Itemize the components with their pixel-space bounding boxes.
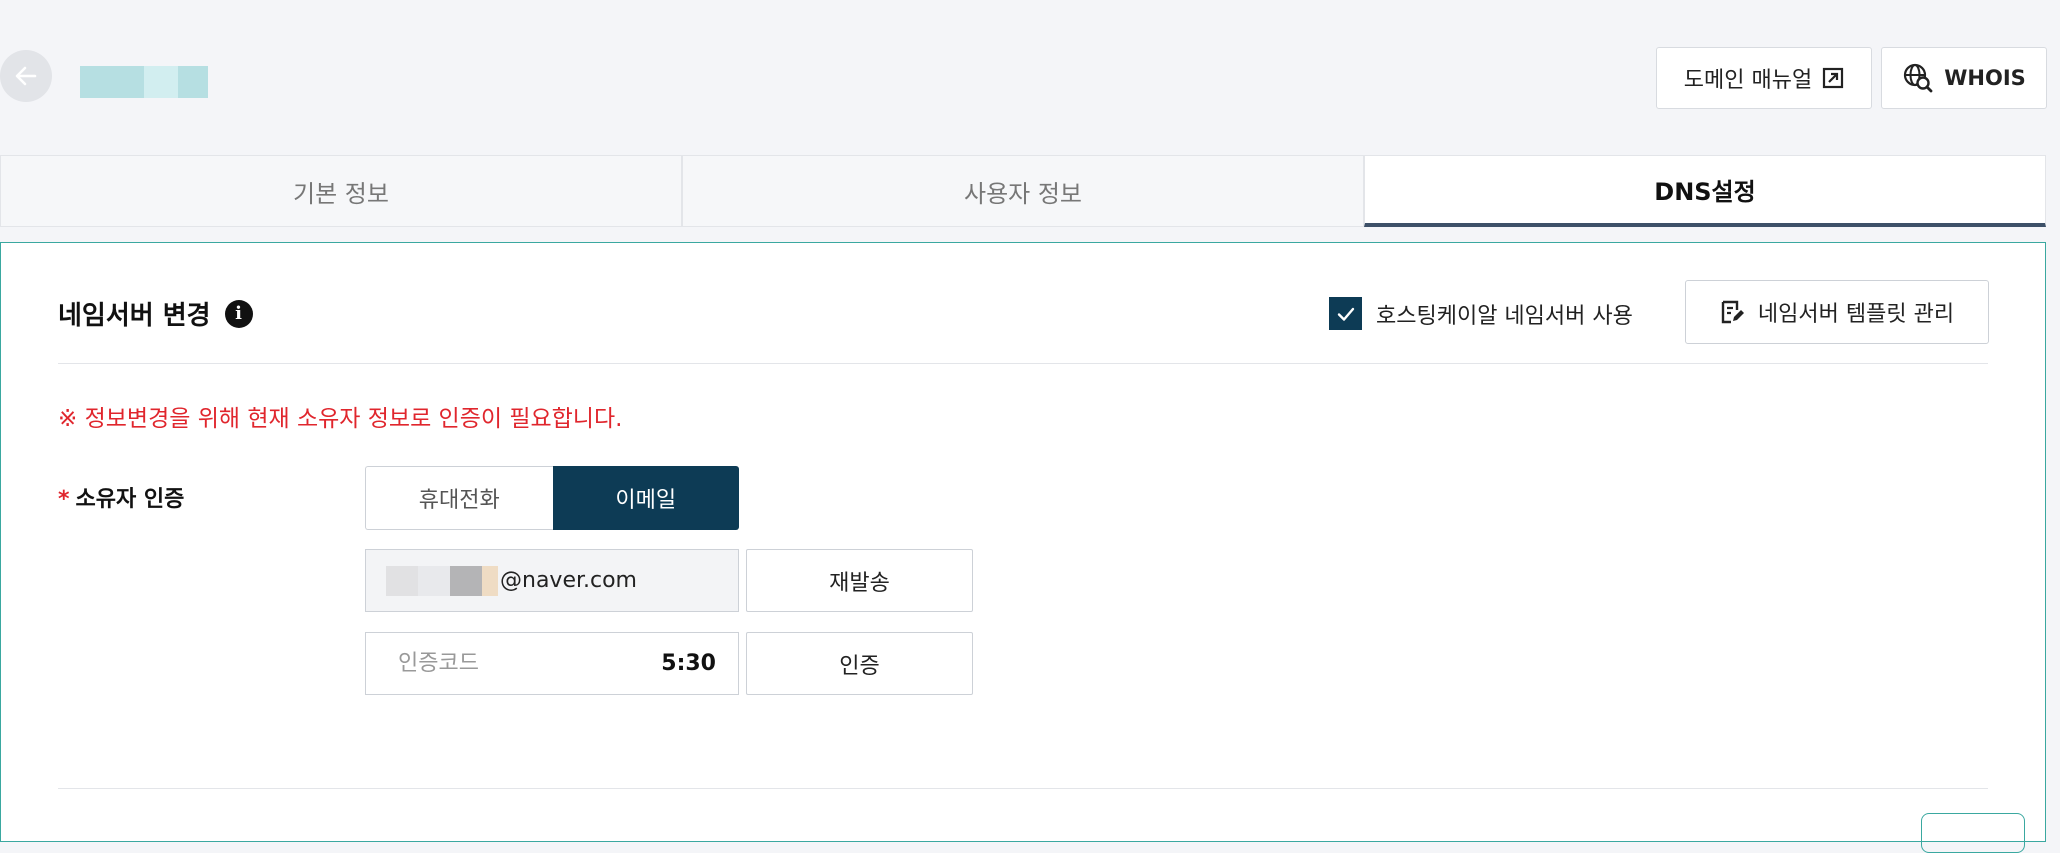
- check-icon: [1337, 307, 1354, 321]
- checkbox-label: 호스팅케이알 네임서버 사용: [1376, 303, 1633, 329]
- globe-search-icon: [1904, 63, 1933, 93]
- section-bottom-divider: [58, 788, 1988, 789]
- verify-button[interactable]: 인증: [746, 632, 973, 695]
- edit-note-icon: [1721, 300, 1744, 324]
- whois-button[interactable]: WHOIS: [1881, 47, 2047, 109]
- external-link-icon: [1823, 67, 1844, 89]
- auth-method-toggle: 휴대전화 이메일: [365, 466, 739, 530]
- arrow-left-icon: [15, 66, 37, 86]
- page-header: 도메인 매뉴얼 WHOIS: [0, 0, 2060, 155]
- auth-code-field: 5:30: [365, 632, 739, 695]
- back-button[interactable]: [0, 50, 52, 102]
- bottom-right-button[interactable]: [1921, 813, 2025, 853]
- info-icon[interactable]: i: [224, 299, 253, 328]
- resend-button[interactable]: 재발송: [746, 549, 973, 612]
- countdown-timer: 5:30: [661, 651, 716, 676]
- template-button-label: 네임서버 템플릿 관리: [1757, 302, 1955, 327]
- auth-option-email[interactable]: 이메일: [552, 466, 739, 530]
- domain-name-redacted: [80, 66, 208, 98]
- owner-auth-label: * 소유자 인증: [58, 481, 184, 513]
- auth-code-input[interactable]: [396, 650, 630, 677]
- section-title: 네임서버 변경 i: [58, 295, 253, 332]
- domain-manual-button[interactable]: 도메인 매뉴얼: [1656, 47, 1872, 109]
- auth-notice: ※ 정보변경을 위해 현재 소유자 정보로 인증이 필요합니다.: [58, 406, 623, 432]
- hosting-nameserver-checkbox[interactable]: 호스팅케이알 네임서버 사용: [1329, 297, 1633, 330]
- email-field: @naver.com: [365, 549, 739, 612]
- section-divider: [58, 363, 1988, 364]
- email-domain: @naver.com: [500, 568, 637, 593]
- checkbox-checked[interactable]: [1329, 297, 1362, 330]
- auth-option-phone[interactable]: 휴대전화: [365, 466, 553, 530]
- owner-auth-label-text: 소유자 인증: [75, 487, 185, 512]
- tab-basic-info[interactable]: 기본 정보: [0, 155, 682, 227]
- email-local-part-redacted: [386, 565, 498, 596]
- nameserver-template-button[interactable]: 네임서버 템플릿 관리: [1685, 280, 1989, 344]
- required-mark: *: [58, 487, 70, 512]
- whois-label: WHOIS: [1944, 66, 2026, 90]
- section-title-text: 네임서버 변경: [58, 301, 211, 331]
- tab-bar: 기본 정보 사용자 정보 DNS설정: [0, 155, 2046, 227]
- nameserver-panel: 네임서버 변경 i 호스팅케이알 네임서버 사용 네임서버 템플릿 관리 ※ 정…: [0, 242, 2046, 853]
- tab-dns-settings[interactable]: DNS설정: [1364, 155, 2046, 227]
- domain-manual-label: 도메인 매뉴얼: [1683, 68, 1813, 93]
- tab-user-info[interactable]: 사용자 정보: [682, 155, 1364, 227]
